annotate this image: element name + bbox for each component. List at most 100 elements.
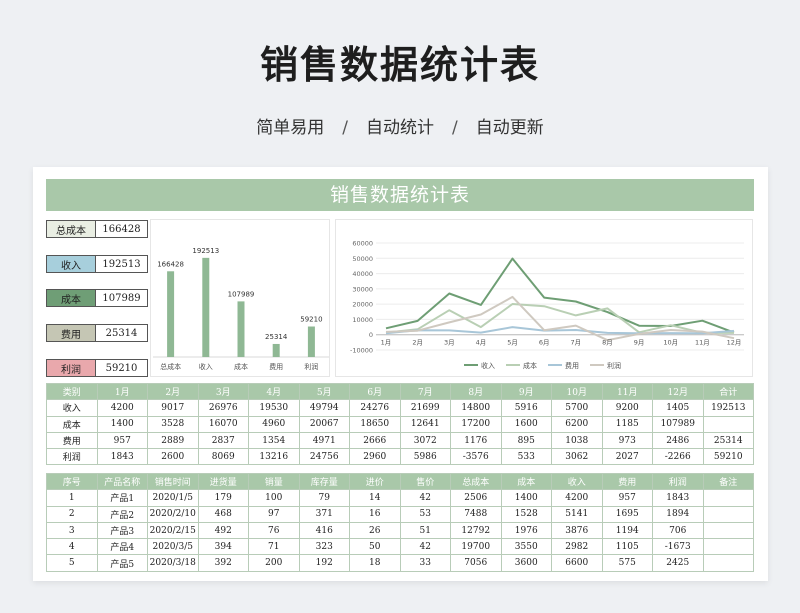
detail-header-cell[interactable]: 成本 — [500, 472, 552, 491]
table-cell[interactable] — [702, 521, 754, 540]
table-cell[interactable]: 26 — [349, 521, 401, 540]
table-cell[interactable]: 107989 — [652, 415, 704, 433]
table-cell[interactable] — [702, 538, 754, 556]
table-cell[interactable]: 5700 — [551, 399, 603, 417]
table-cell[interactable]: 192513 — [702, 399, 754, 417]
table-cell[interactable]: 957 — [601, 489, 653, 507]
summary-header-cell[interactable]: 3月 — [197, 382, 249, 401]
summary-header-cell[interactable]: 合计 — [702, 382, 754, 401]
summary-header-cell[interactable]: 5月 — [298, 382, 350, 401]
table-cell[interactable]: 2 — [46, 505, 98, 523]
table-cell[interactable]: 2506 — [450, 489, 502, 507]
bar[interactable] — [307, 326, 315, 357]
table-cell[interactable]: 973 — [601, 431, 653, 450]
table-cell[interactable]: 1843 — [96, 448, 148, 466]
table-cell[interactable]: 3 — [46, 521, 98, 540]
table-cell[interactable]: 1105 — [601, 538, 653, 556]
table-cell[interactable]: 79 — [298, 489, 350, 507]
table-cell[interactable]: 产品2 — [96, 505, 148, 523]
table-cell[interactable]: 2666 — [349, 431, 401, 450]
summary-header-cell[interactable]: 1月 — [96, 382, 148, 401]
detail-header-cell[interactable]: 售价 — [399, 472, 451, 491]
table-cell[interactable]: 2889 — [147, 431, 199, 450]
summary-header-cell[interactable]: 4月 — [248, 382, 300, 401]
table-cell[interactable]: 13216 — [248, 448, 300, 466]
table-cell[interactable]: 2486 — [652, 431, 704, 450]
kpi-value[interactable]: 59210 — [96, 359, 148, 377]
table-cell[interactable]: 20067 — [298, 415, 350, 433]
table-cell[interactable]: 2960 — [349, 448, 401, 466]
table-cell[interactable]: 4960 — [248, 415, 300, 433]
bar[interactable] — [167, 271, 175, 357]
summary-header-cell[interactable]: 12月 — [652, 382, 704, 401]
bar[interactable] — [202, 257, 210, 357]
table-cell[interactable]: 1600 — [500, 415, 552, 433]
table-cell[interactable]: 17200 — [450, 415, 502, 433]
table-cell[interactable]: 4200 — [551, 489, 603, 507]
line-chart-panel[interactable]: 60000 50000 40000 30000 20000 10000 0 -10000 1月 2… — [335, 219, 753, 377]
table-cell[interactable]: 9200 — [601, 399, 653, 417]
table-cell[interactable]: 1 — [46, 489, 98, 507]
table-cell[interactable]: 4200 — [96, 399, 148, 417]
table-cell[interactable]: 2027 — [601, 448, 653, 466]
table-cell[interactable]: 18650 — [349, 415, 401, 433]
table-cell[interactable]: 5916 — [500, 399, 552, 417]
summary-header-cell[interactable]: 类别 — [46, 382, 98, 401]
table-cell[interactable]: 12641 — [399, 415, 451, 433]
table-cell[interactable]: 2600 — [147, 448, 199, 466]
table-cell[interactable]: 1185 — [601, 415, 653, 433]
table-cell[interactable]: 5986 — [399, 448, 451, 466]
bar-chart-panel[interactable]: 166428 总成本 192513 收入 107989 成本 25314 费用 59210 利润 — [150, 219, 330, 377]
table-cell[interactable]: 产品5 — [96, 554, 148, 572]
table-cell[interactable]: 产品4 — [96, 538, 148, 556]
table-cell[interactable]: 9017 — [147, 399, 199, 417]
summary-header-cell[interactable]: 7月 — [399, 382, 451, 401]
table-cell[interactable]: 392 — [197, 554, 249, 572]
kpi-value[interactable]: 25314 — [96, 324, 148, 342]
table-cell[interactable]: 19700 — [450, 538, 502, 556]
detail-header-cell[interactable]: 备注 — [702, 472, 754, 491]
table-cell[interactable]: 1894 — [652, 505, 704, 523]
table-cell[interactable]: 成本 — [46, 415, 98, 433]
table-cell[interactable]: 1038 — [551, 431, 603, 450]
table-cell[interactable]: 7056 — [450, 554, 502, 572]
table-cell[interactable]: 706 — [652, 521, 704, 540]
table-cell[interactable] — [702, 554, 754, 572]
table-cell[interactable]: 24276 — [349, 399, 401, 417]
summary-header-cell[interactable]: 11月 — [601, 382, 653, 401]
table-cell[interactable]: 179 — [197, 489, 249, 507]
detail-header-cell[interactable]: 库存量 — [298, 472, 350, 491]
kpi-value[interactable]: 166428 — [96, 220, 148, 238]
table-cell[interactable]: 1405 — [652, 399, 704, 417]
table-cell[interactable]: 192 — [298, 554, 350, 572]
table-cell[interactable]: 51 — [399, 521, 451, 540]
table-cell[interactable]: 1176 — [450, 431, 502, 450]
summary-header-cell[interactable]: 9月 — [500, 382, 552, 401]
table-cell[interactable]: 3062 — [551, 448, 603, 466]
table-cell[interactable]: 8069 — [197, 448, 249, 466]
detail-header-cell[interactable]: 销量 — [248, 472, 300, 491]
table-cell[interactable]: 1354 — [248, 431, 300, 450]
table-cell[interactable]: 2982 — [551, 538, 603, 556]
table-cell[interactable]: 533 — [500, 448, 552, 466]
table-cell[interactable]: 371 — [298, 505, 350, 523]
table-cell[interactable]: 76 — [248, 521, 300, 540]
table-cell[interactable]: 3072 — [399, 431, 451, 450]
table-cell[interactable]: 1976 — [500, 521, 552, 540]
table-cell[interactable]: 492 — [197, 521, 249, 540]
table-cell[interactable]: 4971 — [298, 431, 350, 450]
table-cell[interactable]: -3576 — [450, 448, 502, 466]
table-cell[interactable]: 6200 — [551, 415, 603, 433]
table-cell[interactable]: 53 — [399, 505, 451, 523]
table-cell[interactable]: 25314 — [702, 431, 754, 450]
table-cell[interactable] — [702, 505, 754, 523]
table-cell[interactable]: 产品3 — [96, 521, 148, 540]
table-cell[interactable]: 14 — [349, 489, 401, 507]
table-cell[interactable]: 16 — [349, 505, 401, 523]
table-cell[interactable]: 50 — [349, 538, 401, 556]
table-cell[interactable]: 3550 — [500, 538, 552, 556]
kpi-value[interactable]: 107989 — [96, 289, 148, 307]
table-cell[interactable]: 200 — [248, 554, 300, 572]
detail-header-cell[interactable]: 费用 — [601, 472, 653, 491]
table-cell[interactable]: 895 — [500, 431, 552, 450]
